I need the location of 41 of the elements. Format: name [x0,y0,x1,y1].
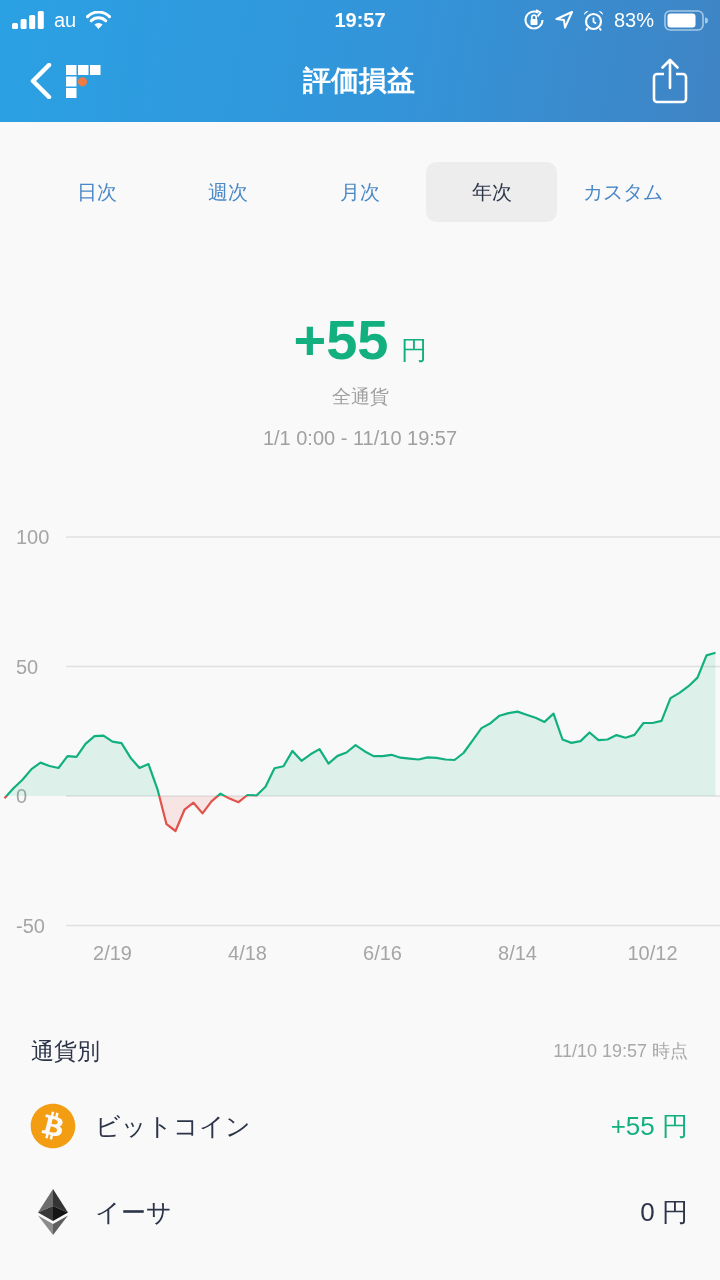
page-title: 評価損益 [303,64,415,98]
period-tab[interactable]: カスタム [557,162,689,222]
share-button[interactable] [652,58,688,104]
battery-icon [664,9,708,31]
period-tab[interactable]: 日次 [31,162,163,222]
carrier-name: au [54,8,77,32]
alarm-clock-icon [582,9,604,31]
back-button[interactable] [30,63,52,99]
currency-profit: +55 円 [610,1110,688,1142]
scope-label: 全通貨 [331,385,389,409]
x-axis-label: 4/18 [228,942,267,964]
ethereum-icon [38,1189,68,1235]
section-title: 通貨別 [31,1037,100,1066]
signal-icon [12,11,44,29]
rotation-lock-icon [522,9,545,31]
currency-profit: 0 円 [640,1196,688,1228]
y-axis-label: 100 [16,526,50,548]
timestamp: 11/10 19:57 時点 [553,1040,688,1063]
currency-unit: 円 [400,335,427,365]
period-tab[interactable]: 年次 [425,162,558,222]
chevron-left-icon [30,63,52,99]
wifi-icon [86,11,112,29]
logo-icon [66,64,101,98]
x-axis-label: 6/16 [363,942,402,964]
share-icon [652,58,688,104]
period-tab[interactable]: 月次 [294,162,426,222]
currency-name: ビットコイン [95,1111,251,1142]
period-range: 1/1 0:00 - 11/10 19:57 [262,426,458,450]
x-axis-label: 10/12 [627,942,678,964]
x-axis-label: 8/14 [498,942,537,964]
y-axis-label: -50 [16,914,45,937]
y-axis-label: 0 [16,785,28,807]
x-axis-label: 2/19 [93,942,132,964]
battery-percent: 83% [613,8,654,32]
y-axis-label: 50 [16,655,39,678]
bitcoin-icon [30,1103,76,1149]
total-profit-amount: +55 [293,308,389,372]
location-arrow-icon [554,11,573,29]
clock-time: 19:57 [334,8,386,32]
period-tab[interactable]: 週次 [162,162,295,222]
currency-name: イーサ [95,1197,172,1228]
